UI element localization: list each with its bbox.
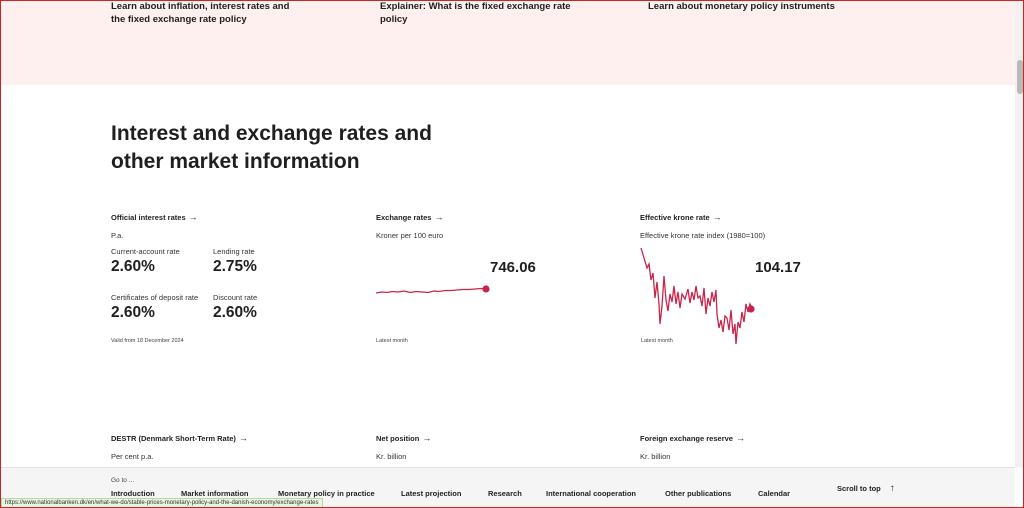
goto-label: Go to ... — [111, 477, 135, 484]
nav-research[interactable]: Research — [488, 489, 522, 498]
current-account-rate-value: 2.60% — [111, 258, 155, 275]
nav-introduction[interactable]: Introduction — [111, 489, 155, 498]
top-link-line: the fixed exchange rate policy — [111, 14, 247, 25]
status-bar-url: https://www.nationalbanken.dk/en/what-we… — [1, 498, 323, 508]
lending-rate-label: Lending rate — [213, 247, 255, 256]
effective-krone-sparkline — [640, 247, 755, 345]
destr-link[interactable]: DESTR (Denmark Short-Term Rate) → — [111, 433, 248, 443]
exchange-rates-link[interactable]: Exchange rates → — [376, 212, 443, 222]
official-rates-unit: P.a. — [111, 231, 124, 240]
official-rates-link[interactable]: Official interest rates → — [111, 212, 198, 222]
exchange-rate-line — [376, 287, 487, 294]
arrow-right-icon: → — [434, 212, 444, 222]
nav-calendar[interactable]: Calendar — [758, 489, 790, 498]
destr-heading: DESTR (Denmark Short-Term Rate) — [111, 434, 236, 443]
nav-monetary-policy-in-practice[interactable]: Monetary policy in practice — [278, 489, 375, 498]
fx-reserve-unit: Kr. billion — [640, 452, 671, 461]
exchange-rates-heading: Exchange rates — [376, 213, 432, 222]
lending-rate-value: 2.75% — [213, 258, 257, 275]
arrow-right-icon: → — [422, 433, 432, 443]
exchange-rate-value: 746.06 — [490, 259, 536, 276]
cd-rate-label: Certificates of deposit rate — [111, 293, 199, 302]
nav-market-information[interactable]: Market information — [181, 489, 249, 498]
effective-krone-heading: Effective krone rate — [640, 213, 710, 222]
arrow-right-icon: → — [188, 212, 198, 222]
fx-reserve-link[interactable]: Foreign exchange reserve → — [640, 433, 745, 443]
discount-rate-value: 2.60% — [213, 304, 257, 321]
arrow-right-icon: → — [238, 433, 248, 443]
exchange-rate-latest-point — [482, 285, 490, 293]
top-link-explainer[interactable]: Explainer: What is the fixed exchange ra… — [380, 0, 571, 26]
net-position-heading: Net position — [376, 434, 420, 443]
scroll-to-top-button[interactable]: Scroll to top ↑ — [837, 483, 895, 494]
effective-krone-axis-note: Latest month — [641, 338, 673, 344]
destr-unit: Per cent p.a. — [111, 452, 154, 461]
exchange-rates-unit: Kroner per 100 euro — [376, 231, 444, 240]
section-title-line: other market information — [111, 150, 360, 173]
arrow-up-icon: ↑ — [889, 483, 895, 494]
net-position-unit: Kr. billion — [376, 452, 407, 461]
top-link-line: policy — [380, 14, 408, 25]
scrollbar-thumb[interactable] — [1017, 60, 1023, 94]
section-title-line: Interest and exchange rates and — [111, 122, 432, 145]
effective-krone-link[interactable]: Effective krone rate → — [640, 212, 722, 222]
arrow-right-icon: → — [735, 433, 745, 443]
section-title: Interest and exchange rates and other ma… — [111, 120, 491, 176]
discount-rate-label: Discount rate — [213, 293, 258, 302]
cd-rate-value: 2.60% — [111, 304, 155, 321]
nav-international-cooperation[interactable]: International cooperation — [546, 489, 636, 498]
valid-from-note: Valid from 18 December 2024 — [111, 338, 184, 344]
top-link-instruments[interactable]: Learn about monetary policy instruments — [648, 0, 835, 13]
fx-reserve-heading: Foreign exchange reserve — [640, 434, 733, 443]
exchange-rate-sparkline — [376, 285, 490, 294]
top-link-inflation[interactable]: Learn about inflation, interest rates an… — [111, 0, 289, 26]
arrow-right-icon: → — [712, 212, 722, 222]
top-link-line: Learn about monetary policy instruments — [648, 1, 835, 12]
nav-latest-projection[interactable]: Latest projection — [401, 489, 461, 498]
effective-krone-line — [640, 247, 753, 345]
net-position-link[interactable]: Net position → — [376, 433, 431, 443]
nav-other-publications[interactable]: Other publications — [665, 489, 731, 498]
effective-krone-unit: Effective krone rate index (1980=100) — [640, 231, 766, 240]
official-rates-heading: Official interest rates — [111, 213, 186, 222]
effective-krone-value: 104.17 — [755, 259, 801, 276]
current-account-rate-label: Current-account rate — [111, 247, 180, 256]
effective-krone-latest-point — [747, 305, 755, 313]
top-link-line: Learn about inflation, interest rates an… — [111, 1, 290, 12]
exchange-rate-axis-note: Latest month — [376, 338, 408, 344]
top-link-line: Explainer: What is the fixed exchange ra… — [380, 1, 571, 12]
scroll-to-top-label: Scroll to top — [837, 484, 881, 493]
